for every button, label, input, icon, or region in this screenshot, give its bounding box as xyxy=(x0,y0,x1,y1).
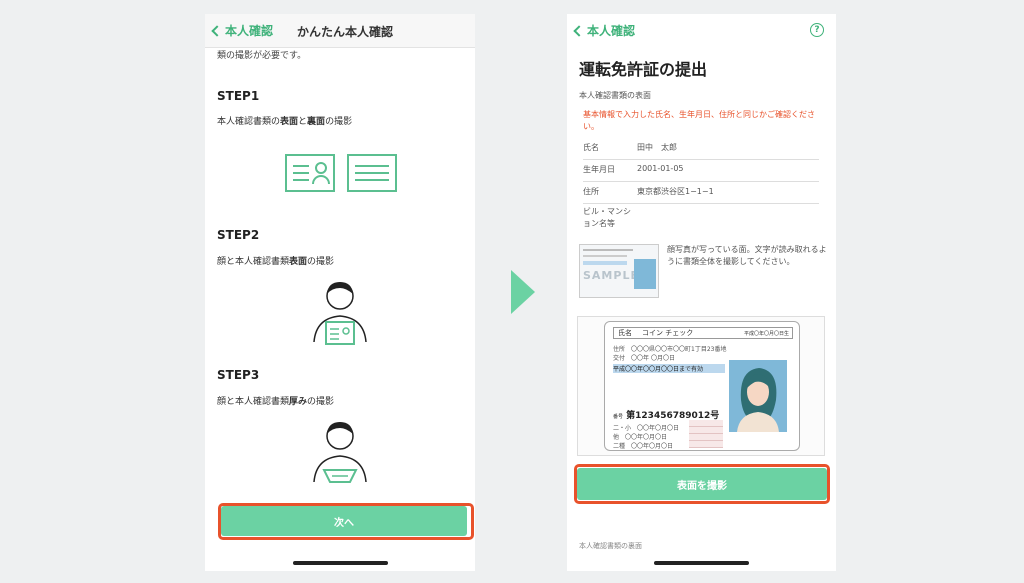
sample-license-thumbnail: SAMPLE xyxy=(579,244,659,298)
capture-front-button[interactable]: 表面を撮影 xyxy=(577,468,827,500)
home-indicator xyxy=(293,561,388,565)
info-row-building: ビル・マンション名等 xyxy=(583,207,631,228)
chevron-left-icon xyxy=(211,24,223,37)
back-button[interactable]: 本人確認 xyxy=(211,22,274,39)
info-row-name: 氏名 田中 太郎 xyxy=(583,142,819,160)
home-indicator xyxy=(654,561,749,565)
warning-text: 基本情報で入力した氏名、生年月日、住所と同じかご確認ください。 xyxy=(583,110,815,131)
license-grid xyxy=(689,420,723,448)
info-row-birthdate: 生年月日 2001-01-05 xyxy=(583,164,819,182)
section-subtitle: 本人確認書類の表面 xyxy=(579,91,651,100)
step3-heading: STEP3 xyxy=(217,368,260,382)
step2-heading: STEP2 xyxy=(217,228,260,242)
sample-description: 顔写真が写っている面。文字が読み取れるように書類全体を撮影してください。 xyxy=(667,245,827,266)
next-section-heading: 本人確認書類の裏面 xyxy=(579,542,642,550)
step3-desc: 顔と本人確認書類厚みの撮影 xyxy=(217,397,335,407)
next-button[interactable]: 次へ xyxy=(221,506,467,536)
license-row: 二種 〇〇年〇月〇日 xyxy=(613,443,674,450)
intro-text: 類の撮影が必要です。 xyxy=(217,51,307,61)
license-name-field: 氏名 コイン チェック 平成〇年〇月〇日生 xyxy=(613,327,793,339)
person-holding-card-front-icon xyxy=(313,282,367,345)
license-card: 氏名 コイン チェック 平成〇年〇月〇日生 住所 〇〇〇県〇〇市〇〇町1丁目23… xyxy=(604,321,800,451)
play-arrow-icon xyxy=(511,270,535,314)
step1-heading: STEP1 xyxy=(217,89,260,103)
back-label: 本人確認 xyxy=(225,24,274,38)
step1-desc: 本人確認書類の表面と裏面の撮影 xyxy=(217,117,353,127)
nav-bar: 本人確認 かんたん本人確認 xyxy=(205,14,475,48)
license-row: 他 〇〇年〇月〇日 xyxy=(613,434,668,441)
page-title: 運転免許証の提出 xyxy=(579,60,708,79)
back-label: 本人確認 xyxy=(587,24,636,38)
nav-bar: 本人確認 ? xyxy=(567,14,836,48)
person-holding-card-thickness-icon xyxy=(313,422,367,483)
left-phone-screen: 本人確認 かんたん本人確認 類の撮影が必要です。 STEP1 本人確認書類の表面… xyxy=(205,14,475,571)
step2-desc: 顔と本人確認書類表面の撮影 xyxy=(217,257,335,267)
help-icon[interactable]: ? xyxy=(810,23,824,37)
license-issue: 交付 〇〇年 〇月〇日 xyxy=(613,355,675,362)
id-card-front-icon xyxy=(285,154,335,192)
license-photo xyxy=(729,360,787,432)
id-card-back-icon xyxy=(347,154,397,192)
back-button[interactable]: 本人確認 xyxy=(573,22,636,39)
license-row: 二・小 〇〇年〇月〇日 xyxy=(613,425,680,432)
license-valid-until: 平成〇〇年〇〇月〇〇日まで有効 xyxy=(613,364,725,373)
chevron-left-icon xyxy=(573,24,585,37)
woman-portrait-icon xyxy=(729,360,787,432)
right-phone-screen: 本人確認 ? 運転免許証の提出 本人確認書類の表面 基本情報で入力した氏名、生年… xyxy=(567,14,836,571)
page-title: かんたん本人確認 xyxy=(297,25,394,39)
license-sample-image: 氏名 コイン チェック 平成〇年〇月〇日生 住所 〇〇〇県〇〇市〇〇町1丁目23… xyxy=(577,316,825,456)
license-address: 住所 〇〇〇県〇〇市〇〇町1丁目23番地 xyxy=(613,346,727,353)
sample-watermark: SAMPLE xyxy=(583,269,639,282)
info-row-address: 住所 東京都渋谷区1−1−1 xyxy=(583,186,819,204)
